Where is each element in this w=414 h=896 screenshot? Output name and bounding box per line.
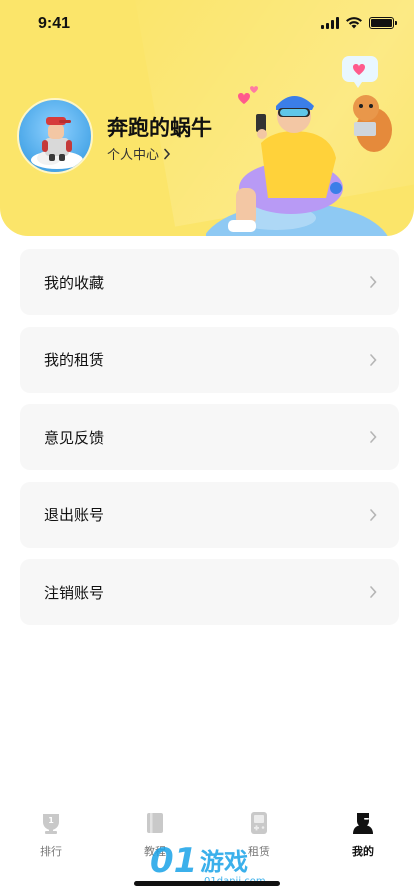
battery-icon: [369, 16, 397, 29]
tab-label: 排行: [40, 846, 62, 858]
signal-icon: [321, 16, 339, 29]
svg-text:1: 1: [48, 816, 54, 825]
menu-item-feedback[interactable]: 意见反馈: [20, 404, 399, 470]
menu-item-label: 注销账号: [44, 584, 105, 602]
book-icon: [147, 813, 163, 833]
chevron-right-icon: [370, 431, 377, 443]
profile-link-label: 个人中心: [107, 147, 160, 162]
home-indicator[interactable]: [134, 881, 280, 886]
avatar[interactable]: [17, 98, 93, 174]
tab-label: 我的: [352, 846, 374, 858]
tab-ranking[interactable]: 1 排行: [11, 810, 91, 859]
status-time: 9:41: [38, 15, 71, 32]
status-bar: 9:41: [0, 0, 414, 50]
user-icon: [353, 813, 373, 834]
avatar-cartoon-icon: [31, 117, 83, 169]
ranking-icon: 1: [43, 814, 59, 834]
menu-item-logout[interactable]: 退出账号: [20, 481, 399, 548]
menu-item-favorites[interactable]: 我的收藏: [20, 249, 399, 315]
menu-item-label: 退出账号: [44, 507, 105, 524]
wifi-icon: [346, 17, 362, 29]
username: 奔跑的蜗牛: [107, 117, 212, 140]
chevron-right-icon: [370, 508, 377, 521]
tab-mine[interactable]: 我的: [323, 810, 403, 859]
svg-text:01: 01: [150, 841, 197, 881]
menu-item-rentals[interactable]: 我的租赁: [20, 326, 399, 393]
menu-item-delete-account[interactable]: 注销账号: [20, 559, 399, 625]
gameboy-icon: [251, 812, 267, 834]
profile-center-link[interactable]: 个人中心: [107, 144, 171, 163]
menu-item-label: 意见反馈: [44, 429, 105, 447]
menu-item-label: 我的租赁: [44, 352, 105, 369]
menu-list: 我的收藏 我的租赁 意见反馈 退出账号 注销账号: [20, 249, 399, 637]
watermark-logo-text: 游戏: [200, 848, 248, 876]
character-illustration-icon: [206, 56, 392, 236]
chevron-right-icon: [370, 353, 377, 366]
menu-item-label: 我的收藏: [44, 274, 105, 292]
status-icons: [321, 16, 397, 29]
chevron-right-icon: [164, 148, 171, 159]
chevron-right-icon: [370, 586, 377, 598]
profile-header: 9:41 奔跑的蜗牛 个人中心: [0, 0, 414, 236]
chevron-right-icon: [370, 276, 377, 288]
